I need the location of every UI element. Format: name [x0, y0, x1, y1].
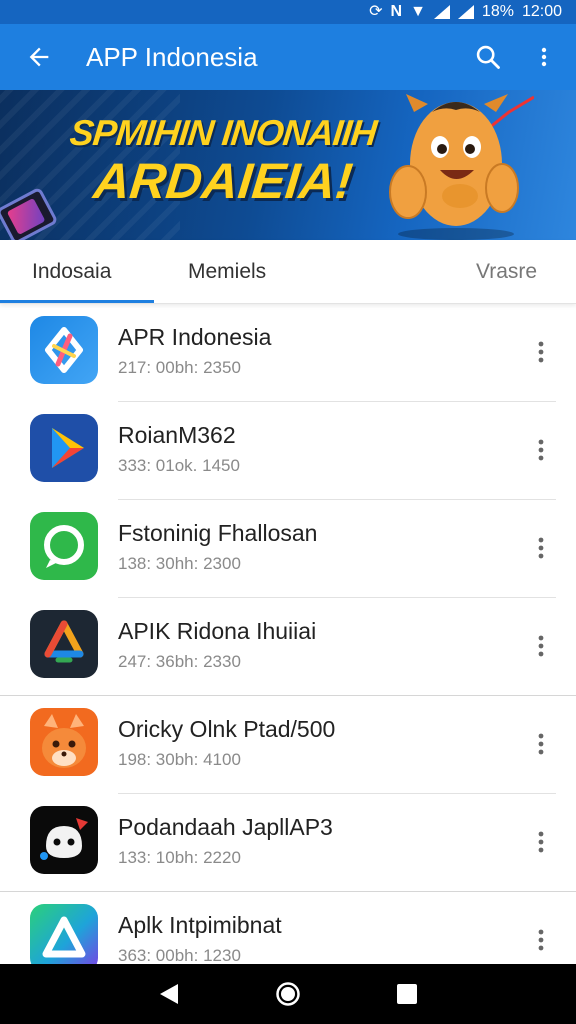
nav-recents-button[interactable]	[383, 970, 431, 1018]
app-meta: 363: 00bh: 1230	[118, 946, 241, 964]
system-nav-bar	[0, 964, 576, 1024]
nfc-icon: N	[390, 3, 403, 20]
more-vert-icon	[538, 831, 544, 853]
app-icon-triangle	[30, 904, 98, 964]
more-vert-icon	[538, 929, 544, 951]
app-icon-fox	[30, 708, 98, 776]
page-title: APP Indonesia	[86, 41, 258, 72]
app-meta: 138: 30hh: 2300	[118, 554, 241, 573]
nav-back-button[interactable]	[145, 970, 193, 1018]
more-vert-icon	[538, 439, 544, 461]
nav-home-button[interactable]	[264, 970, 312, 1018]
banner-headline: SPMIHIN INONAIIH	[67, 112, 379, 153]
app-meta: 333: 01ok. 1450	[118, 456, 240, 475]
item-more-button[interactable]	[526, 334, 556, 370]
overflow-menu-button[interactable]	[516, 24, 572, 90]
app-icon-drive	[30, 610, 98, 678]
item-more-button[interactable]	[526, 922, 556, 958]
app-icon-apr-indonesia	[30, 316, 98, 384]
battery-level: 18%	[481, 3, 514, 20]
app-name: Fstoninig Fhallosan	[118, 520, 318, 546]
clock: 12:00	[521, 3, 562, 20]
more-vert-icon	[538, 733, 544, 755]
item-more-button[interactable]	[526, 628, 556, 664]
app-icon-play	[30, 414, 98, 482]
recents-square-icon	[396, 984, 417, 1004]
item-more-button[interactable]	[526, 824, 556, 860]
sync-icon: ⟳	[369, 3, 383, 20]
tab-indosaia[interactable]: Indosaia	[32, 240, 111, 304]
more-vert-icon	[538, 635, 544, 657]
search-button[interactable]	[460, 24, 516, 90]
mascot-illustration	[389, 94, 534, 240]
app-meta: 198: 30bh: 4100	[118, 750, 241, 769]
app-icon-ghost	[30, 806, 98, 874]
app-name: RoianM362	[118, 422, 236, 448]
status-bar: ⟳ N ▼ 18% 12:00	[0, 0, 576, 24]
app-meta: 247: 36bh: 2330	[118, 652, 241, 671]
app-name: APR Indonesia	[118, 324, 272, 350]
app-name: APIK Ridona Ihuiiai	[118, 618, 317, 644]
list-item[interactable]: Podandaah JapllAP3 133: 10bh: 2220	[0, 794, 576, 892]
item-more-button[interactable]	[526, 530, 556, 566]
item-more-button[interactable]	[526, 432, 556, 468]
arrow-back-icon	[29, 47, 49, 67]
app-bar: APP Indonesia	[0, 24, 576, 90]
more-vert-icon	[538, 537, 544, 559]
wifi-icon: ▼	[410, 3, 426, 20]
back-button[interactable]	[0, 24, 78, 90]
app-name: Aplk Intpimibnat	[118, 912, 282, 938]
app-meta: 133: 10bh: 2220	[118, 848, 241, 867]
list-item[interactable]: APR Indonesia 217: 00bh: 2350	[0, 304, 576, 402]
more-vert-icon	[541, 47, 547, 67]
home-circle-icon	[276, 982, 300, 1006]
signal-icon-2	[457, 5, 474, 19]
list-item[interactable]: Fstoninig Fhallosan 138: 30hh: 2300	[0, 500, 576, 598]
list-item[interactable]: Oricky Olnk Ptad/500 198: 30bh: 4100	[0, 696, 576, 794]
banner-subheadline: ARDAIEIA!	[91, 153, 356, 209]
tab-indicator	[0, 300, 154, 303]
app-list: APR Indonesia 217: 00bh: 2350 RoianM362 …	[0, 304, 576, 964]
list-item[interactable]: RoianM362 333: 01ok. 1450	[0, 402, 576, 500]
app-icon-chat	[30, 512, 98, 580]
search-icon	[476, 45, 500, 69]
list-item[interactable]: Aplk Intpimibnat 363: 00bh: 1230	[0, 892, 576, 964]
signal-icon	[433, 5, 450, 19]
back-triangle-icon	[160, 984, 179, 1004]
tab-memiels[interactable]: Memiels	[188, 240, 266, 304]
tab-vrasre[interactable]: Vrasre	[476, 240, 537, 304]
item-more-button[interactable]	[526, 726, 556, 762]
app-name: Podandaah JapllAP3	[118, 814, 333, 840]
app-name: Oricky Olnk Ptad/500	[118, 716, 336, 742]
promo-banner[interactable]: SPMIHIN INONAIIH ARDAIEIA!	[0, 90, 576, 240]
tab-bar: Indosaia Memiels Vrasre	[0, 240, 576, 304]
list-item[interactable]: APIK Ridona Ihuiiai 247: 36bh: 2330	[0, 598, 576, 696]
more-vert-icon	[538, 341, 544, 363]
app-meta: 217: 00bh: 2350	[118, 358, 241, 377]
